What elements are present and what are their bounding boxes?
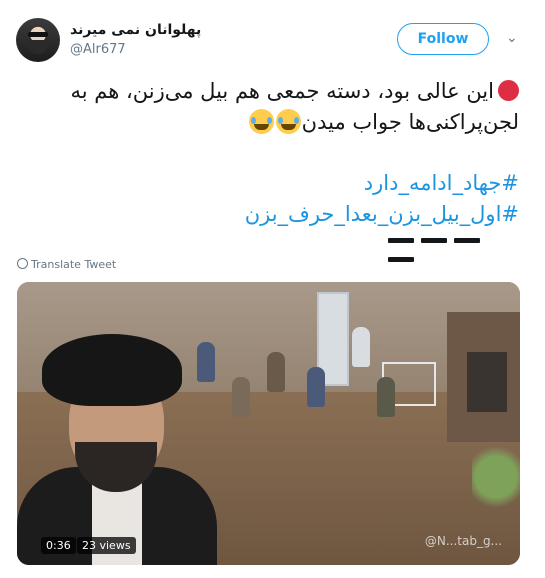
video-shed-window (467, 352, 507, 412)
video-views: 23 views (77, 537, 136, 554)
follow-button[interactable]: Follow (397, 23, 489, 55)
user-handle[interactable]: @Alr677 (70, 42, 126, 57)
display-name[interactable]: پهلوانان نمی میرند (70, 22, 201, 38)
globe-icon (17, 258, 28, 269)
video-worker (267, 352, 285, 392)
video-duration: 0:36 (41, 537, 76, 554)
dash-divider (388, 228, 518, 262)
chevron-down-icon[interactable]: ⌄ (506, 30, 518, 46)
hashtag-link[interactable]: #اول_بیل_بزن_بعدا_حرف_بزن (245, 199, 519, 230)
video-player[interactable]: 0:36 23 views @N...tab_g... (17, 282, 520, 565)
video-worker (307, 367, 325, 407)
tears-of-joy-icon (275, 109, 301, 134)
translate-link[interactable]: Translate Tweet (17, 258, 116, 271)
tears-of-joy-icon (248, 109, 274, 134)
hashtag-link[interactable]: #جهاد_ادامه_دارد (245, 168, 519, 199)
tweet-line-2: لجن‌پراکنی‌ها جواب میدن (301, 110, 519, 134)
tweet-line-1: این عالی بود، دسته جمعی هم بیل می‌زنن، ه… (70, 79, 495, 103)
video-watermark: @N...tab_g... (424, 534, 502, 548)
red-circle-icon (498, 80, 519, 101)
video-plant (472, 432, 520, 522)
avatar-glasses (28, 32, 48, 37)
hashtag-block: #جهاد_ادامه_دارد #اول_بیل_بزن_بعدا_حرف_ب… (245, 168, 519, 230)
tweet-text: این عالی بود، دسته جمعی هم بیل می‌زنن، ه… (29, 76, 519, 138)
video-worker (197, 342, 215, 382)
video-worker (352, 327, 370, 367)
avatar-beard (28, 40, 48, 54)
video-worker (232, 377, 250, 417)
video-worker (377, 377, 395, 417)
avatar[interactable] (16, 18, 60, 62)
video-person-turban (42, 334, 182, 406)
